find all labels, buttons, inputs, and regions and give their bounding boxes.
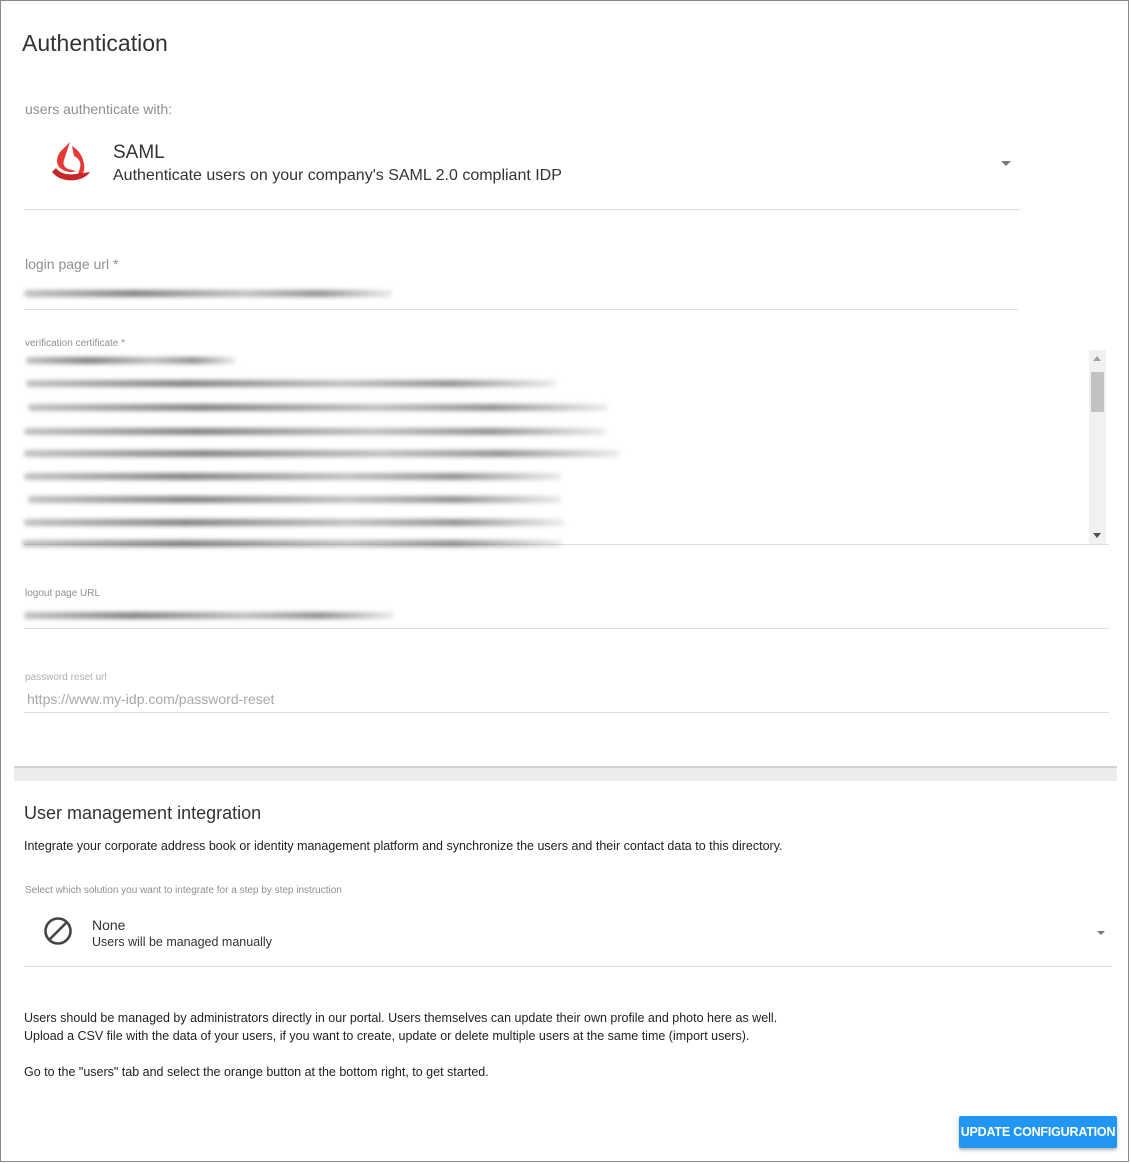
password-reset-url-field[interactable]: password reset url https://www.my-idp.co… (24, 671, 1109, 713)
certificate-line (26, 380, 556, 387)
page-title: Authentication (22, 30, 168, 56)
certificate-line (28, 496, 562, 503)
scroll-up-arrow-icon[interactable] (1093, 356, 1101, 361)
user-management-intro: Integrate your corporate address book or… (24, 839, 783, 853)
logout-page-url-field[interactable]: logout page URL (24, 587, 1109, 629)
password-reset-url-placeholder: https://www.my-idp.com/password-reset (27, 691, 275, 707)
auth-method-description: Authenticate users on your company's SAM… (113, 167, 562, 184)
integration-selected-name: None (92, 917, 126, 933)
prohibited-icon (44, 917, 72, 945)
logout-page-url-value (24, 612, 394, 619)
integration-selected-description: Users will be managed manually (92, 935, 272, 949)
login-page-url-label: login page url * (25, 256, 119, 272)
user-management-title: User management integration (24, 803, 262, 823)
update-configuration-button[interactable]: UPDATE CONFIGURATION (959, 1116, 1117, 1148)
certificate-line (24, 519, 564, 526)
scroll-down-arrow-icon[interactable] (1093, 533, 1101, 538)
integration-select-label: Select which solution you want to integr… (25, 885, 342, 896)
password-reset-url-label: password reset url (25, 672, 107, 683)
logout-page-url-label: logout page URL (25, 588, 101, 599)
section-divider (14, 766, 1117, 781)
integration-select[interactable]: None Users will be managed manually (24, 904, 1112, 967)
users-authenticate-label: users authenticate with: (25, 101, 173, 117)
saml-logo-icon (52, 142, 90, 181)
chevron-down-icon (1001, 161, 1011, 166)
info-text-line-2: Upload a CSV file with the data of your … (24, 1029, 750, 1043)
auth-method-select[interactable]: SAML Authenticate users on your company'… (24, 130, 1020, 210)
login-page-url-value (24, 290, 393, 297)
chevron-down-icon (1097, 931, 1105, 935)
login-page-url-field[interactable]: login page url * (24, 252, 1018, 310)
verification-certificate-label: verification certificate * (25, 338, 126, 349)
certificate-line (24, 450, 620, 457)
certificate-line (26, 357, 236, 364)
info-text-line-1: Users should be managed by administrator… (24, 1011, 778, 1025)
certificate-line (24, 428, 606, 435)
verification-certificate-field[interactable]: verification certificate * (22, 338, 1109, 547)
auth-method-name: SAML (113, 142, 165, 163)
certificate-scrollbar[interactable] (1089, 350, 1106, 544)
scrollbar-thumb[interactable] (1091, 372, 1104, 412)
certificate-line (24, 473, 562, 480)
info-text-line-3: Go to the "users" tab and select the ora… (24, 1065, 489, 1079)
certificate-line (22, 540, 562, 547)
certificate-line (28, 404, 608, 411)
